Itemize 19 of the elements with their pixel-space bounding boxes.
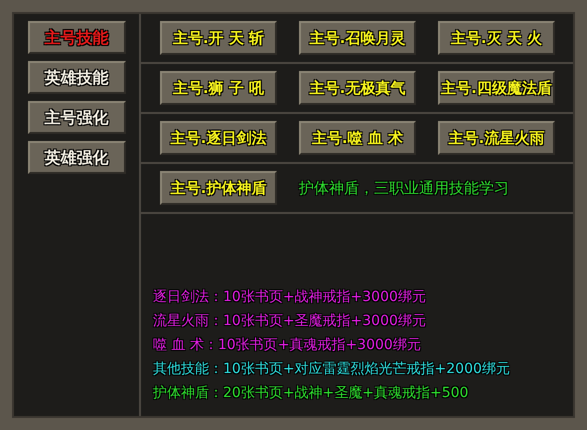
skill-button[interactable]: 主号.流星火雨 xyxy=(438,121,555,155)
cost-line: 护体神盾：20张书页+战神+圣魔+真魂戒指+500 xyxy=(153,384,470,403)
skill-button[interactable]: 主号.护体神盾 xyxy=(160,171,277,205)
cost-line: 流星火雨：10张书页+圣魔戒指+3000绑元 xyxy=(153,312,427,331)
skill-button[interactable]: 主号.灭 天 火 xyxy=(438,21,555,55)
skill-button[interactable]: 主号.开 天 斩 xyxy=(160,21,277,55)
side-tab[interactable]: 主号强化 xyxy=(28,101,126,134)
skill-button[interactable]: 主号.召唤月灵 xyxy=(299,21,416,55)
cost-line: 噬 血 术：10张书页+真魂戒指+3000绑元 xyxy=(153,336,422,355)
skill-button[interactable]: 主号.狮 子 吼 xyxy=(160,71,277,105)
side-tab[interactable]: 英雄技能 xyxy=(28,61,126,94)
skill-note: 护体神盾，三职业通用技能学习 xyxy=(299,178,509,199)
side-tab[interactable]: 英雄强化 xyxy=(28,141,126,174)
skill-button[interactable]: 主号.四级魔法盾 xyxy=(438,71,555,105)
skill-button[interactable]: 主号.逐日剑法 xyxy=(160,121,277,155)
skill-button[interactable]: 主号.无极真气 xyxy=(299,71,416,105)
cost-line: 逐日剑法：10张书页+战神戒指+3000绑元 xyxy=(153,288,427,307)
cost-line: 其他技能：10张书页+对应雷霆烈焰光芒戒指+2000绑元 xyxy=(153,360,511,379)
skill-button[interactable]: 主号.噬 血 术 xyxy=(299,121,416,155)
